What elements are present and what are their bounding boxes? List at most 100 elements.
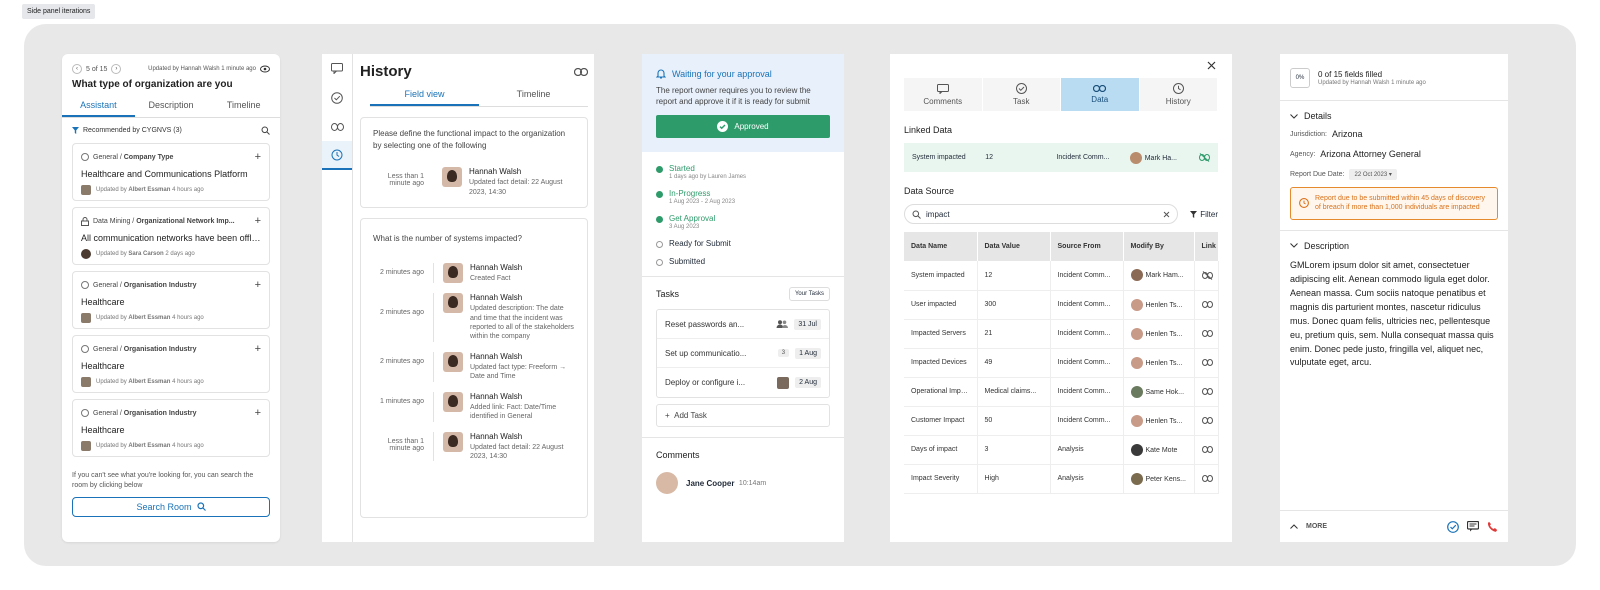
card-user: Albert Essman — [128, 187, 171, 193]
fact-card[interactable]: General / Organisation Industry + Healthc… — [72, 335, 270, 393]
avatar — [81, 377, 91, 387]
link-icon[interactable] — [1194, 377, 1219, 407]
link-icon[interactable] — [1194, 348, 1219, 378]
tab-timeline[interactable]: Timeline — [207, 96, 280, 117]
entry-desc: Updated fact type: Freeform → Date and T… — [470, 363, 567, 381]
comments-title: Comments — [656, 450, 700, 461]
add-icon[interactable]: + — [255, 279, 261, 291]
prev-icon[interactable]: ‹ — [72, 64, 82, 74]
eye-icon[interactable] — [260, 65, 270, 73]
add-icon[interactable]: + — [255, 343, 261, 355]
entry-name: Hannah Walsh — [470, 351, 523, 361]
history-icon[interactable] — [322, 141, 352, 170]
tab-history[interactable]: History — [1139, 78, 1218, 111]
approval-title: Waiting for your approval — [672, 68, 772, 79]
more-button[interactable]: MORE — [1306, 523, 1327, 530]
data-source-table: Data Name Data Value Source From Modify … — [904, 232, 1219, 494]
source-cell: Incident Comm... — [1050, 348, 1124, 378]
add-icon[interactable]: + — [255, 215, 261, 227]
table-row[interactable]: Impacted Servers 21 Incident Comm... Henlen… — [904, 319, 1219, 349]
add-icon[interactable]: + — [255, 151, 261, 163]
approved-button[interactable]: Approved — [656, 115, 830, 139]
due-date-select[interactable]: 22 Oct 2023 ▾ — [1349, 169, 1397, 180]
table-row[interactable]: Customer Impact 50 Incident Comm... Henlen … — [904, 406, 1219, 436]
filter-button[interactable]: Filter — [1190, 210, 1218, 219]
fact-card[interactable]: General / Organisation Industry + Healthc… — [72, 399, 270, 457]
unlink-icon[interactable] — [1191, 153, 1218, 162]
task-count: 3 — [777, 349, 790, 358]
history-question: What is the number of systems impacted? — [373, 234, 522, 244]
data-value-cell: 49 — [977, 348, 1051, 378]
search-value: impact — [926, 209, 950, 219]
search-room-button[interactable]: Search Room — [72, 496, 270, 517]
task-name: Reset passwords an... — [665, 319, 745, 329]
task-row[interactable]: Reset passwords an... 31 Jul — [657, 310, 829, 340]
your-tasks-button[interactable]: Your Tasks — [788, 287, 830, 302]
search-icon[interactable] — [261, 126, 270, 135]
chevron-down-icon — [1290, 113, 1298, 119]
step-label: Get Approval — [669, 214, 716, 224]
avatar — [81, 441, 91, 451]
table-row[interactable]: Impacted Devices 49 Incident Comm... Henlen… — [904, 348, 1219, 378]
link-icon[interactable] — [1194, 464, 1219, 494]
add-icon[interactable]: + — [255, 407, 261, 419]
source-cell: Analysis — [1050, 464, 1124, 494]
chat-icon[interactable] — [1467, 521, 1479, 532]
task-row[interactable]: Set up communicatio... 3 1 Aug — [657, 339, 829, 369]
check-circle-icon[interactable] — [1447, 520, 1459, 533]
table-row[interactable]: Operational Impact Medical claims... Incid… — [904, 377, 1219, 407]
add-task-button[interactable]: + Add Task — [656, 404, 830, 428]
data-name-cell: System impacted — [904, 261, 978, 291]
check-circle-icon[interactable] — [322, 83, 352, 112]
tab-field-view[interactable]: Field view — [370, 86, 479, 106]
card-category: General — [93, 281, 118, 289]
agency-value: Arizona Attorney General — [1320, 149, 1421, 159]
link-icon[interactable] — [1194, 435, 1219, 465]
tab-data[interactable]: Data — [1061, 78, 1140, 111]
tab-timeline[interactable]: Timeline — [479, 86, 588, 106]
tab-comments[interactable]: Comments — [904, 78, 983, 111]
link-icon[interactable] — [1194, 319, 1219, 349]
fact-card[interactable]: General / Organisation Industry + Healthc… — [72, 271, 270, 329]
link-icon[interactable] — [1194, 406, 1219, 436]
fact-card[interactable]: Data Mining / Organizational Network Imp… — [72, 207, 270, 265]
filter-icon — [72, 127, 79, 134]
link-icon[interactable] — [1194, 290, 1219, 320]
chevron-up-icon[interactable] — [1290, 524, 1298, 529]
modify-by-cell: Same Hok... — [1123, 377, 1195, 407]
fact-card[interactable]: General / Company Type + Healthcare and C… — [72, 143, 270, 201]
modify-by-user: Same Hok... — [1145, 388, 1185, 396]
task-row[interactable]: Deploy or configure i... 2 Aug — [657, 368, 829, 397]
clear-icon[interactable] — [1163, 211, 1170, 218]
description-header[interactable]: Description — [1290, 241, 1498, 251]
next-icon[interactable]: › — [111, 64, 122, 74]
jurisdiction-label: Jurisdiction: — [1290, 130, 1327, 138]
tab-task[interactable]: Task — [982, 78, 1061, 111]
table-row[interactable]: System impacted 12 Incident Comm... Mark Ha… — [904, 261, 1219, 291]
table-row[interactable]: Days of impact 3 Analysis Kate Mote — [904, 435, 1219, 465]
tab-assistant[interactable]: Assistant — [62, 96, 135, 117]
question-title: What type of organization are you — [72, 79, 233, 90]
updated-text: Updated by Hannah Walsh 1 minute ago — [1318, 80, 1426, 86]
phone-icon[interactable] — [1487, 521, 1498, 532]
linked-data-row[interactable]: System impacted 12 Incident Comm... Mark… — [904, 143, 1218, 172]
tab-description[interactable]: Description — [135, 96, 208, 117]
close-icon[interactable] — [1207, 61, 1216, 70]
search-icon — [912, 210, 921, 219]
data-value-cell: 3 — [977, 435, 1051, 465]
link-icon[interactable] — [322, 112, 352, 141]
entry-name: Hannah Walsh — [470, 293, 523, 303]
data-name-cell: Impacted Devices — [904, 348, 978, 378]
details-header[interactable]: Details — [1290, 111, 1498, 121]
data-name-cell: Operational Impact — [904, 377, 978, 407]
table-row[interactable]: User impacted 300 Incident Comm... Henlen T… — [904, 290, 1219, 320]
card-category: Data Mining — [93, 217, 131, 225]
approved-label: Approved — [734, 122, 769, 132]
table-row[interactable]: Impact Severity High Analysis Peter Kens... — [904, 464, 1219, 494]
comment-icon[interactable] — [322, 54, 352, 83]
data-search-input[interactable]: impact — [904, 204, 1179, 224]
unlink-icon[interactable] — [1194, 261, 1219, 291]
card-user: Albert Essman — [128, 379, 171, 385]
approval-panel: Waiting for your approval The report own… — [642, 54, 844, 542]
link-icon[interactable] — [574, 67, 588, 76]
